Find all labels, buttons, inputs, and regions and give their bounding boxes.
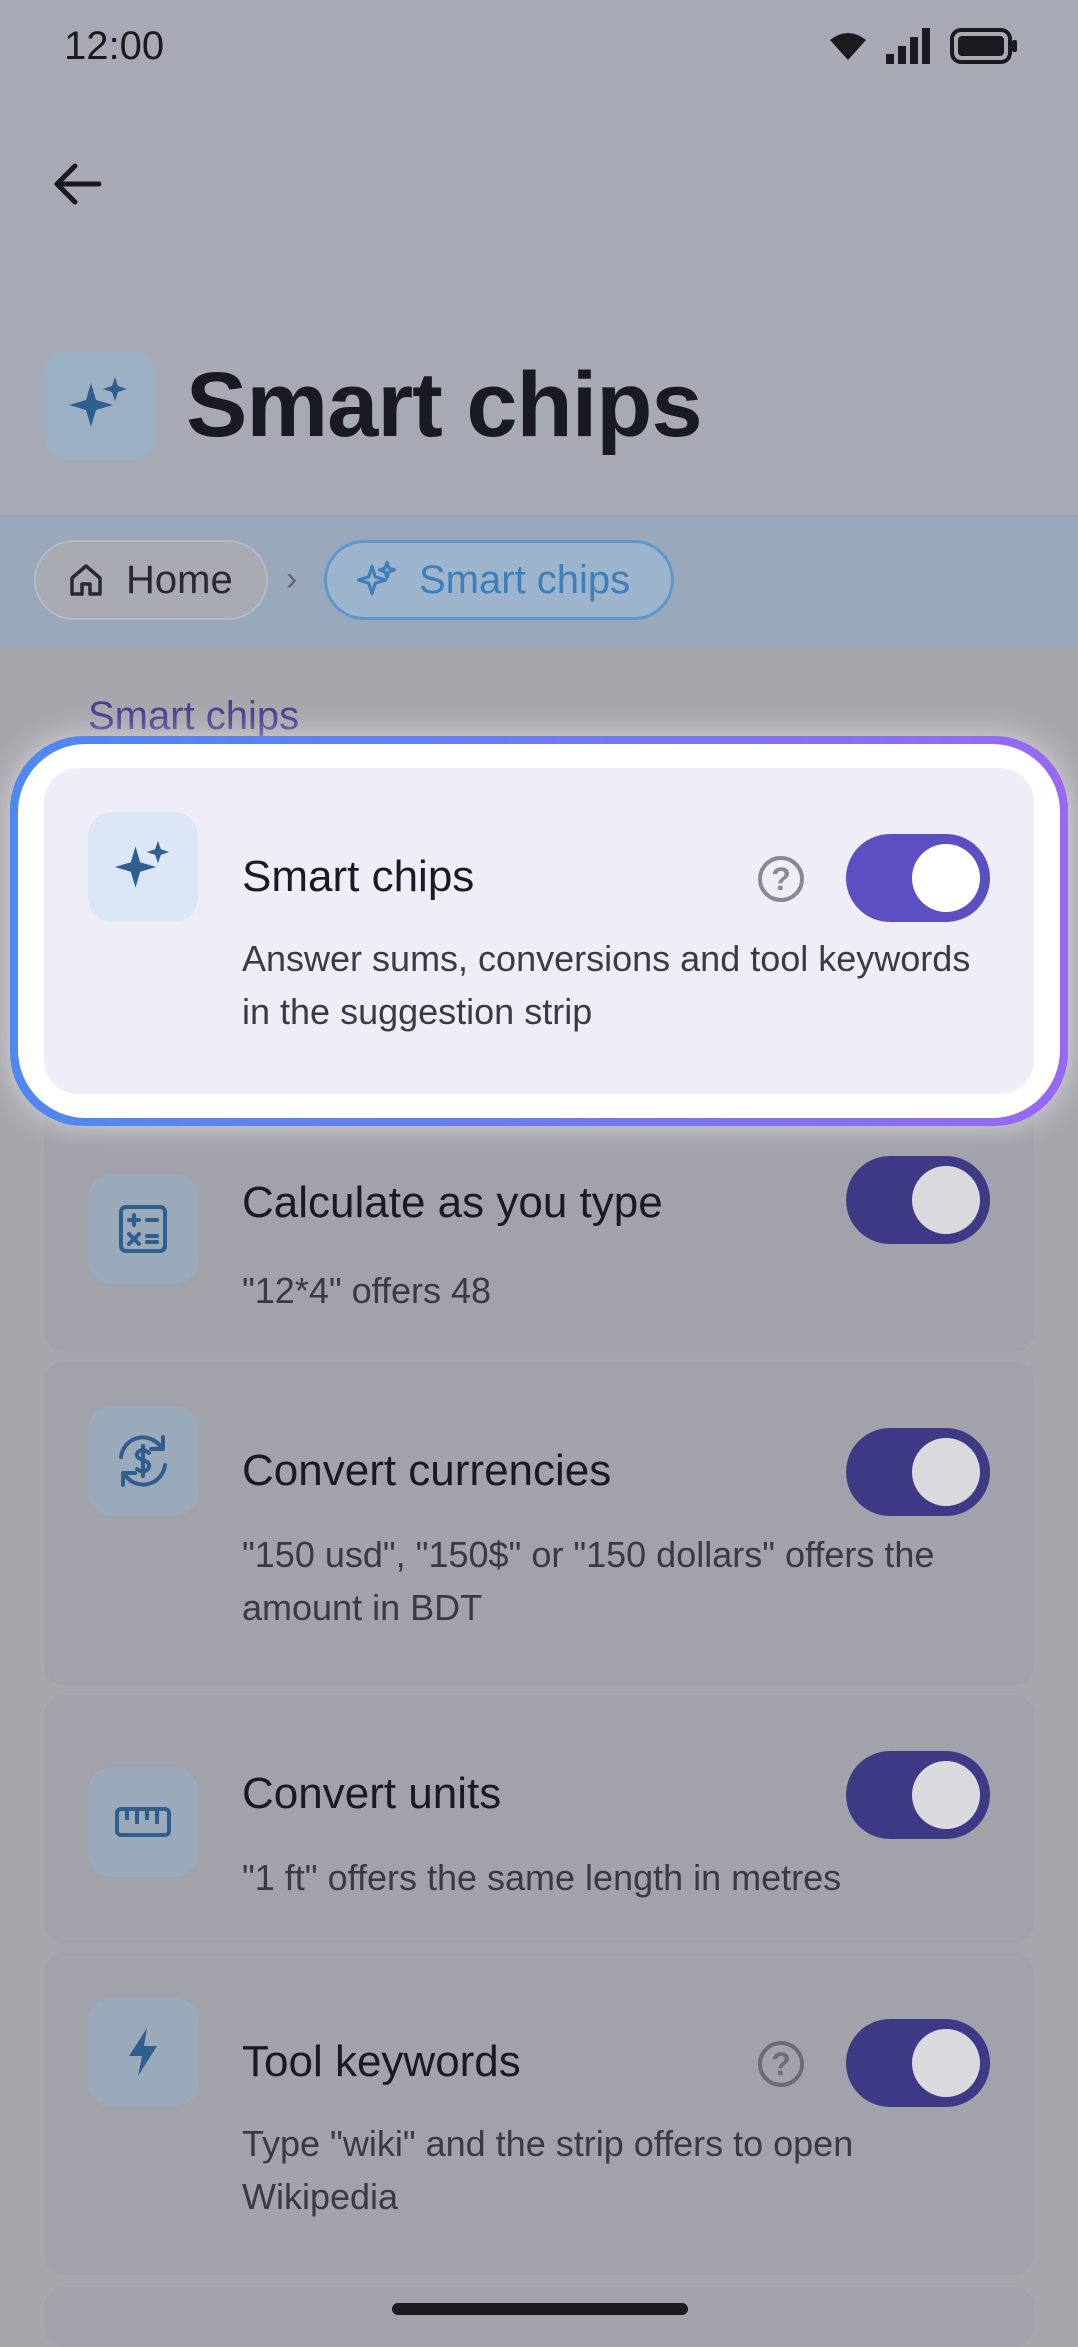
- page-title: Smart chips: [186, 354, 703, 456]
- status-icons: [828, 28, 1018, 64]
- currency-icon-box: [88, 1406, 198, 1516]
- calculator-icon-box: [88, 1174, 198, 1284]
- breadcrumb-separator: ›: [286, 560, 298, 598]
- signal-icon: [886, 28, 930, 64]
- bolt-icon-box: [88, 1997, 198, 2107]
- home-icon: [70, 564, 102, 596]
- setting-title: Convert units: [242, 1769, 502, 1818]
- help-icon[interactable]: ?: [758, 856, 804, 902]
- calculator-icon: [119, 1205, 167, 1253]
- sparkle-icon: [357, 560, 397, 596]
- toggle-knob: [912, 2029, 980, 2097]
- battery-icon: [950, 28, 1017, 64]
- setting-title: Tool keywords: [242, 2037, 521, 2086]
- setting-description: "12*4" offers 48: [242, 1270, 492, 1311]
- help-icon[interactable]: ?: [758, 2041, 804, 2087]
- units-toggle[interactable]: [846, 1751, 990, 1839]
- setting-title: Calculate as you type: [242, 1178, 663, 1227]
- status-time: 12:00: [64, 24, 165, 68]
- setting-description: Answer sums, conversions and tool keywor…: [242, 938, 971, 1032]
- breadcrumb-home-label: Home: [126, 557, 233, 602]
- sparkle-icon-box: [88, 812, 198, 922]
- setting-description: "150 usd", "150$" or "150 dollars" offer…: [242, 1534, 935, 1628]
- setting-card-smart-chips[interactable]: Smart chips Answer sums, conversions and…: [44, 768, 1034, 1094]
- home-indicator[interactable]: [392, 2303, 688, 2315]
- wifi-icon: [830, 33, 866, 60]
- toggle-knob: [912, 1761, 980, 1829]
- setting-card-currencies[interactable]: Convert currencies "150 usd", "150$" or …: [44, 1362, 1034, 1685]
- setting-card-partial: [44, 2287, 1034, 2347]
- sparkle-icon: [69, 377, 127, 427]
- section-label: Smart chips: [88, 694, 300, 738]
- setting-card-tool-keywords[interactable]: Tool keywords Type "wiki" and the strip …: [44, 1953, 1034, 2275]
- calculate-toggle[interactable]: [846, 1156, 990, 1244]
- page-title-icon: [44, 350, 154, 460]
- ruler-icon: [115, 1807, 171, 1837]
- setting-title: Convert currencies: [242, 1446, 612, 1495]
- bolt-icon: [129, 2028, 157, 2076]
- ruler-icon-box: [88, 1767, 198, 1877]
- back-button[interactable]: [44, 150, 112, 218]
- toggle-knob: [912, 1438, 980, 1506]
- tool-keywords-toggle[interactable]: [846, 2019, 990, 2107]
- setting-card-units[interactable]: Convert units "1 ft" offers the same len…: [44, 1695, 1034, 1943]
- setting-title: Smart chips: [242, 852, 475, 901]
- breadcrumb-current[interactable]: Smart chips: [324, 540, 674, 620]
- currencies-toggle[interactable]: [846, 1428, 990, 1516]
- setting-description: Type "wiki" and the strip offers to open…: [242, 2123, 854, 2217]
- setting-description: "1 ft" offers the same length in metres: [242, 1857, 842, 1898]
- arrow-back-icon: [54, 163, 102, 205]
- sparkle-icon: [114, 840, 170, 888]
- breadcrumb-home[interactable]: Home: [34, 540, 268, 620]
- toggle-knob: [912, 1166, 980, 1234]
- breadcrumb-current-label: Smart chips: [419, 557, 631, 602]
- currency-exchange-icon: [119, 1435, 167, 1487]
- toggle-knob: [912, 844, 980, 912]
- setting-card-calculate[interactable]: Calculate as you type "12*4" offers 48: [44, 1100, 1034, 1352]
- smart-chips-toggle[interactable]: [846, 834, 990, 922]
